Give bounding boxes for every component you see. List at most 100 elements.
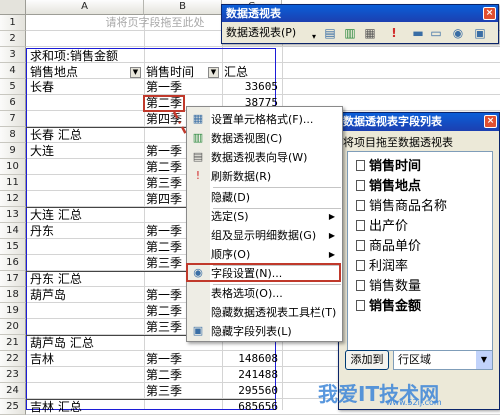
- cell-place[interactable]: [30, 95, 142, 111]
- cell-place[interactable]: 葫芦岛: [30, 287, 142, 303]
- cell-place[interactable]: [30, 303, 142, 319]
- menu-item[interactable]: 组及显示明细数据(G) ▶: [211, 226, 341, 245]
- cell-place[interactable]: 大连: [30, 143, 142, 159]
- field-item[interactable]: 销售时间: [356, 158, 421, 176]
- pivot-data-field-label[interactable]: 求和项:销售金额: [30, 48, 220, 64]
- row-field-time[interactable]: 销售时间: [146, 64, 208, 80]
- cell-place[interactable]: [30, 159, 142, 175]
- cell-place[interactable]: 长春 汇总: [30, 127, 142, 143]
- context-menu[interactable]: 设置单元格格式(F)... ▦ 数据透视图(C) ▥ 数据透视表向导(W) ▤ 刷新数据(R…: [186, 106, 343, 342]
- field-item[interactable]: 销售金额: [356, 298, 421, 316]
- cell-place[interactable]: [30, 255, 142, 271]
- row-header-7[interactable]: 7: [0, 111, 26, 127]
- cell-place[interactable]: 吉林: [30, 351, 142, 367]
- row-header-20[interactable]: 20: [0, 319, 26, 335]
- cell-amount[interactable]: 241488: [222, 367, 278, 383]
- row-field-place[interactable]: 销售地点: [30, 64, 140, 80]
- menu-item[interactable]: 数据透视表向导(W): [211, 148, 341, 167]
- field-list-icon[interactable]: ▣: [472, 25, 488, 41]
- menu-item[interactable]: 隐藏字段列表(L): [211, 322, 341, 341]
- format-report-icon[interactable]: ▤: [322, 25, 338, 41]
- row-header-15[interactable]: 15: [0, 239, 26, 255]
- row-header-4[interactable]: 4: [0, 63, 26, 79]
- cell-place[interactable]: [30, 239, 142, 255]
- row-header-17[interactable]: 17: [0, 271, 26, 287]
- field-item[interactable]: 销售数量: [356, 278, 421, 296]
- row-header-9[interactable]: 9: [0, 143, 26, 159]
- menu-item[interactable]: 刷新数据(R): [211, 167, 341, 186]
- row-header-22[interactable]: 22: [0, 351, 26, 367]
- row-header-25[interactable]: 25: [0, 399, 26, 415]
- cell-quarter[interactable]: [146, 399, 206, 415]
- menu-item[interactable]: 隐藏(D): [211, 188, 341, 207]
- row-header-13[interactable]: 13: [0, 207, 26, 223]
- cell-quarter[interactable]: 第一季: [146, 79, 206, 95]
- pivot-toolbar[interactable]: 数据透视表 × 数据透视表(P) ▾ ▤ ▥ ▦ ! ▬ ▭ ◉ ▣: [221, 4, 499, 44]
- field-list-box[interactable]: 销售时间销售地点销售商品名称 出产价商品单价利润率销售数量销售金额: [347, 151, 493, 351]
- cell-place[interactable]: 长春: [30, 79, 142, 95]
- cell-place[interactable]: 丹东: [30, 223, 142, 239]
- field-item[interactable]: 利润率: [356, 258, 408, 276]
- menu-item[interactable]: 顺序(O) ▶: [211, 245, 341, 264]
- pivot-toolbar-title[interactable]: 数据透视表 ×: [222, 5, 498, 22]
- row-header-6[interactable]: 6: [0, 95, 26, 111]
- cell-quarter[interactable]: 第三季: [146, 383, 206, 399]
- cell-place[interactable]: [30, 383, 142, 399]
- pivot-wizard-icon[interactable]: ▦: [362, 25, 378, 41]
- field-item[interactable]: 销售地点: [356, 178, 421, 196]
- field-list-title[interactable]: 数据透视表字段列表 ×: [339, 113, 499, 131]
- cell-place[interactable]: 大连 汇总: [30, 207, 142, 223]
- cell-amount[interactable]: 685656: [222, 399, 278, 415]
- cell-place[interactable]: [30, 111, 142, 127]
- chevron-down-icon[interactable]: ▾: [306, 29, 322, 45]
- row-header-23[interactable]: 23: [0, 367, 26, 383]
- field-item[interactable]: 商品单价: [356, 238, 421, 256]
- time-filter-dropdown-icon[interactable]: ▼: [208, 67, 219, 78]
- column-header-b[interactable]: B: [144, 0, 222, 15]
- field-list-close-icon[interactable]: ×: [484, 115, 497, 128]
- row-header-5[interactable]: 5: [0, 79, 26, 95]
- row-header-12[interactable]: 12: [0, 191, 26, 207]
- cell-place[interactable]: [30, 191, 142, 207]
- field-item[interactable]: 出产价: [356, 218, 408, 236]
- refresh-icon[interactable]: !: [386, 25, 402, 41]
- row-header-3[interactable]: 3: [0, 47, 26, 63]
- row-header-10[interactable]: 10: [0, 159, 26, 175]
- cell-place[interactable]: 丹东 汇总: [30, 271, 142, 287]
- close-icon[interactable]: ×: [483, 7, 496, 20]
- cell-place[interactable]: [30, 175, 142, 191]
- area-select[interactable]: 行区域 ▼: [393, 350, 493, 370]
- pivot-menu-button[interactable]: 数据透视表(P): [226, 25, 296, 41]
- chevron-down-icon[interactable]: ▼: [476, 351, 492, 369]
- cell-amount[interactable]: 33605: [222, 79, 278, 95]
- row-header-16[interactable]: 16: [0, 255, 26, 271]
- menu-item[interactable]: 数据透视图(C): [211, 129, 341, 148]
- chart-wizard-icon[interactable]: ▥: [342, 25, 358, 41]
- menu-item[interactable]: 表格选项(O)...: [211, 284, 341, 303]
- cell-place[interactable]: 吉林 汇总: [30, 399, 142, 415]
- row-header-14[interactable]: 14: [0, 223, 26, 239]
- cell-quarter[interactable]: 第一季: [146, 351, 206, 367]
- cell-amount[interactable]: 148608: [222, 351, 278, 367]
- row-header-19[interactable]: 19: [0, 303, 26, 319]
- add-to-button[interactable]: 添加到: [345, 350, 389, 370]
- place-filter-dropdown-icon[interactable]: ▼: [130, 67, 141, 78]
- column-header-a[interactable]: A: [26, 0, 144, 15]
- cell-place[interactable]: [30, 319, 142, 335]
- row-header-2[interactable]: 2: [0, 31, 26, 47]
- menu-item[interactable]: 隐藏数据透视表工具栏(T): [211, 303, 341, 322]
- select-all-corner[interactable]: [0, 0, 26, 15]
- row-header-8[interactable]: 8: [0, 127, 26, 143]
- show-detail-icon[interactable]: ▭: [428, 25, 444, 41]
- field-item[interactable]: 销售商品名称: [356, 198, 447, 216]
- row-header-1[interactable]: 1: [0, 15, 26, 31]
- row-header-24[interactable]: 24: [0, 383, 26, 399]
- cell-place[interactable]: 葫芦岛 汇总: [30, 335, 142, 351]
- menu-item[interactable]: 设置单元格格式(F)...: [211, 110, 341, 129]
- row-header-21[interactable]: 21: [0, 335, 26, 351]
- field-settings-icon[interactable]: ◉: [450, 25, 466, 41]
- cell-amount[interactable]: 295560: [222, 383, 278, 399]
- row-header-18[interactable]: 18: [0, 287, 26, 303]
- row-header-11[interactable]: 11: [0, 175, 26, 191]
- field-list-panel[interactable]: 数据透视表字段列表 × 将项目拖至数据透视表 销售时间 销售地点 销售商品名称 出产价…: [338, 112, 500, 410]
